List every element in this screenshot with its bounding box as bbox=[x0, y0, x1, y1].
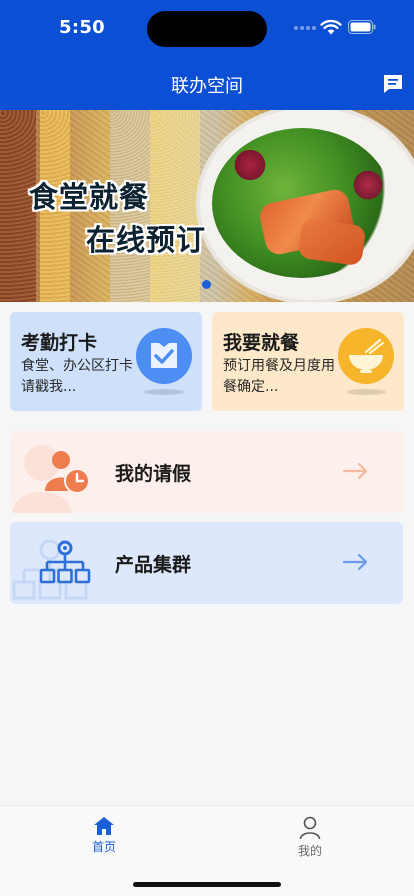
tab-mine-label: 我的 bbox=[297, 844, 322, 858]
top-bar: 5:50 联办空间 bbox=[0, 0, 414, 110]
message-icon[interactable] bbox=[382, 73, 404, 95]
promo-banner[interactable]: 食堂就餐 在线预订 bbox=[0, 110, 414, 302]
tab-mine[interactable]: 我的 bbox=[280, 816, 340, 859]
check-badge-icon bbox=[136, 328, 192, 395]
arrow-right-icon bbox=[342, 553, 368, 571]
dynamic-island bbox=[147, 11, 267, 47]
row-label: 产品集群 bbox=[115, 554, 192, 576]
product-cluster-row[interactable]: 产品集群 bbox=[10, 522, 403, 604]
card-description: 预订用餐及月度用餐确定... bbox=[223, 358, 335, 395]
tab-home[interactable]: 首页 bbox=[74, 816, 134, 855]
user-icon bbox=[299, 816, 321, 840]
signal-icon bbox=[294, 26, 316, 32]
rice-bowl-icon bbox=[338, 328, 394, 395]
arrow-right-icon bbox=[342, 462, 368, 480]
battery-icon bbox=[348, 20, 376, 34]
banner-headline-1: 食堂就餐 bbox=[29, 180, 150, 214]
card-title: 我要就餐 bbox=[223, 332, 300, 354]
meal-card[interactable]: 我要就餐 预订用餐及月度用餐确定... bbox=[212, 312, 404, 411]
status-time: 5:50 bbox=[59, 17, 105, 38]
home-icon bbox=[94, 817, 114, 835]
attendance-card[interactable]: 考勤打卡 食堂、办公区打卡请戳我... bbox=[10, 312, 202, 411]
page-title: 联办空间 bbox=[171, 76, 243, 97]
home-indicator bbox=[133, 882, 281, 887]
carousel-indicator[interactable] bbox=[202, 280, 211, 289]
banner-headline-2: 在线预订 bbox=[86, 223, 207, 257]
card-description: 食堂、办公区打卡请戳我... bbox=[21, 358, 133, 395]
wifi-icon bbox=[320, 19, 342, 35]
card-title: 考勤打卡 bbox=[21, 332, 98, 354]
leave-row[interactable]: 我的请假 bbox=[10, 431, 403, 513]
org-chart-icon bbox=[39, 540, 91, 584]
row-label: 我的请假 bbox=[115, 463, 192, 485]
person-clock-icon bbox=[45, 451, 90, 494]
tab-home-label: 首页 bbox=[91, 840, 116, 854]
